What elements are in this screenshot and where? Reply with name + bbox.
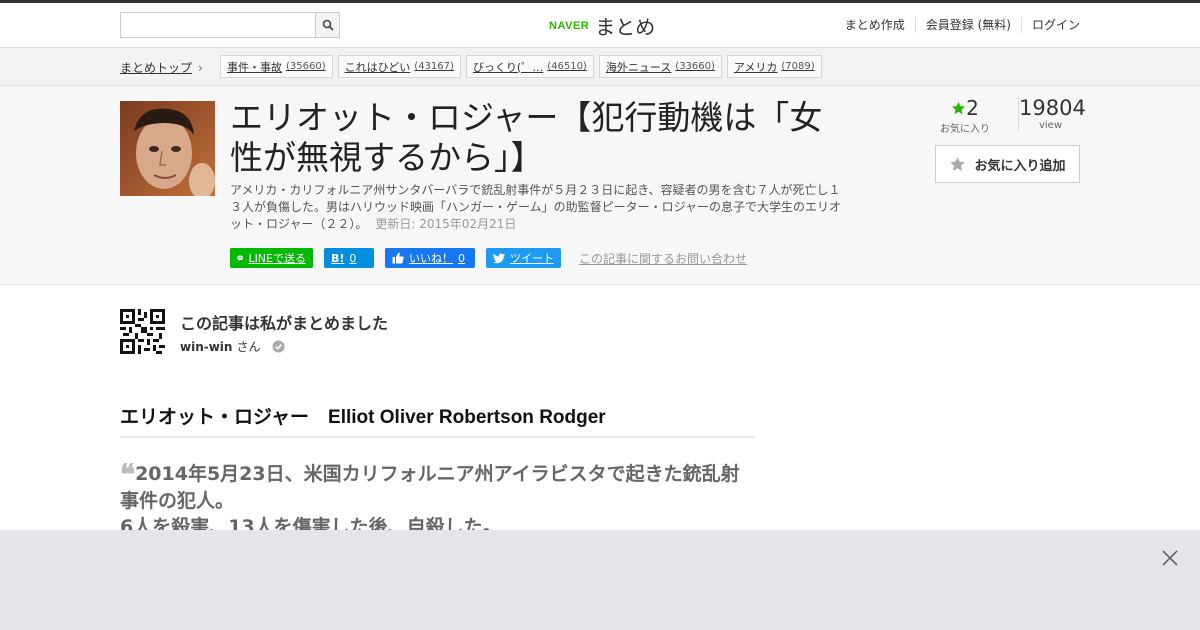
verified-check-icon — [272, 340, 286, 353]
line-share-button[interactable]: LINE LINEで送る — [230, 248, 313, 268]
breadcrumb-top-link[interactable]: まとめトップ › — [120, 59, 203, 76]
chevron-right-icon: › — [198, 61, 203, 75]
tag-label: びっくり(゜… — [472, 60, 544, 74]
tag-label: 事件・事故 — [227, 60, 282, 74]
logo-brand: NAVER — [549, 19, 590, 32]
line-share-label: LINEで送る — [248, 252, 306, 265]
favorite-count-value: 2 — [966, 96, 979, 120]
search-button[interactable] — [315, 12, 340, 38]
facebook-like-button[interactable]: いいね！ 0 — [385, 248, 475, 268]
author-suffix: さん — [236, 340, 261, 354]
article-thumbnail — [120, 101, 215, 196]
create-matome-link[interactable]: まとめ作成 — [835, 17, 915, 33]
category-tag[interactable]: これはひどい (43167) — [337, 55, 461, 78]
site-header: NAVER まとめ まとめ作成 会員登録 (無料) ログイン — [0, 3, 1200, 48]
article-description: アメリカ・カリフォルニア州サンタバーバラで銃乱射事件が５月２３日に起き、容疑者の… — [230, 182, 850, 233]
breadcrumb-top-label: まとめトップ — [120, 61, 193, 75]
tag-count: (7089) — [781, 61, 815, 72]
article-header: エリオット・ロジャー【犯行動機は「女性が無視するから」】 アメリカ・カリフォルニ… — [0, 86, 1200, 285]
quote-block: ❝2014年5月23日、米国カリフォルニア州アイラビスタで起きた銃乱射事件の犯人… — [120, 461, 750, 540]
favorite-count: 2 お気に入り — [940, 96, 990, 135]
view-count-value: 19804 — [1019, 96, 1086, 120]
qr-code — [120, 309, 165, 354]
register-link[interactable]: 会員登録 (無料) — [914, 17, 1021, 33]
line-icon: LINE — [237, 255, 244, 261]
author-info: win-win さん — [180, 338, 286, 355]
twitter-bird-icon — [493, 252, 505, 263]
category-tag[interactable]: アメリカ (7089) — [726, 55, 822, 78]
category-tag[interactable]: 事件・事故 (35660) — [220, 55, 333, 78]
tag-count: (46510) — [547, 61, 587, 72]
quote-mark-icon: ❝ — [120, 458, 136, 491]
search-icon — [322, 19, 334, 31]
facebook-like-count: 0 — [458, 251, 465, 265]
ad-banner — [0, 530, 1200, 630]
site-logo[interactable]: NAVER まとめ — [549, 11, 655, 40]
tweet-button[interactable]: ツイート — [486, 248, 561, 268]
description-text: アメリカ・カリフォルニア州サンタバーバラで銃乱射事件が５月２３日に起き、容疑者の… — [230, 183, 842, 231]
tag-count: (35660) — [286, 61, 326, 72]
tag-label: 海外ニュース — [605, 60, 672, 74]
facebook-like-label: いいね！ — [409, 252, 453, 265]
hatena-icon: B! — [331, 251, 345, 265]
share-buttons: LINE LINEで送る B! 0 いいね！ 0 ツイート この記事に関するお問… — [230, 248, 747, 268]
view-count-label: view — [1038, 120, 1063, 131]
search-box — [120, 12, 340, 38]
section-heading: エリオット・ロジャー Elliot Oliver Robertson Rodge… — [120, 402, 755, 438]
star-outline-icon — [950, 156, 966, 171]
tweet-label: ツイート — [510, 252, 554, 265]
svg-text:LINE: LINE — [238, 258, 243, 260]
thumbs-up-icon — [392, 252, 404, 264]
close-icon — [1162, 550, 1178, 566]
hatena-count: 0 — [349, 251, 357, 265]
article-title: エリオット・ロジャー【犯行動機は「女性が無視するから」】 — [230, 98, 823, 177]
author-name: win-win — [180, 339, 233, 354]
star-icon — [952, 101, 966, 115]
author-name-link[interactable]: win-win — [180, 340, 232, 354]
tag-label: これはひどい — [344, 60, 411, 74]
view-count: 19804 view — [1018, 96, 1086, 131]
add-favorite-label: お気に入り追加 — [974, 157, 1066, 173]
category-tags: 事件・事故 (35660) これはひどい (43167) びっくり(゜… (46510… — [220, 55, 822, 78]
login-link[interactable]: ログイン — [1020, 17, 1080, 33]
favorite-count-row: 2 — [940, 96, 990, 120]
tag-count: (33660) — [675, 61, 715, 72]
tag-label: アメリカ — [733, 60, 778, 74]
tag-count: (43167) — [414, 61, 454, 72]
breadcrumb: まとめトップ › 事件・事故 (35660) これはひどい (43167) びっくり(… — [0, 48, 1200, 86]
search-input[interactable] — [120, 12, 315, 38]
logo-text: まとめ — [595, 15, 656, 39]
inquiry-link[interactable]: この記事に関するお問い合わせ — [579, 250, 747, 267]
header-nav: まとめ作成 会員登録 (無料) ログイン — [835, 17, 1080, 33]
updated-date: 更新日: 2015年02月21日 — [375, 217, 517, 231]
quote-line-1: 2014年5月23日、米国カリフォルニア州アイラビスタで起きた銃乱射事件の犯人。 — [120, 463, 740, 512]
category-tag[interactable]: 海外ニュース (33660) — [598, 55, 722, 78]
hatena-bookmark-button[interactable]: B! 0 — [324, 248, 374, 268]
favorite-count-label: お気に入り — [940, 124, 990, 135]
add-favorite-button[interactable]: お気に入り追加 — [935, 145, 1080, 183]
author-heading: この記事は私がまとめました — [180, 314, 389, 333]
category-tag[interactable]: びっくり(゜… (46510) — [465, 55, 594, 78]
close-ad-button[interactable] — [1160, 548, 1180, 568]
